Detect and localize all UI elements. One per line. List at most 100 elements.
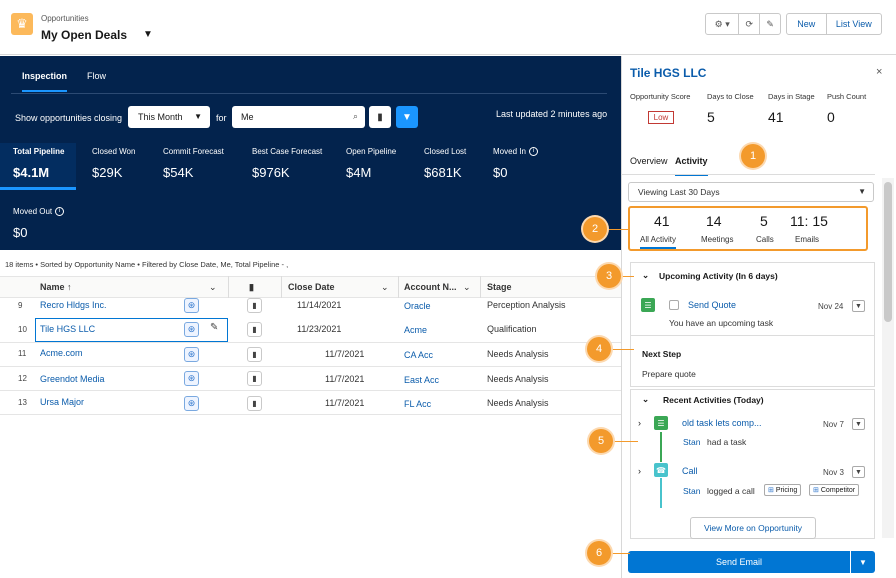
chevron-down-icon[interactable]: ▼ bbox=[852, 466, 865, 478]
topic-tag[interactable]: ⊞ Competitor bbox=[809, 484, 860, 496]
opportunity-insight-icon[interactable]: ⊛ bbox=[184, 322, 199, 337]
chevron-down-icon[interactable]: ⌄ bbox=[642, 270, 649, 281]
tab-inspection[interactable]: Inspection bbox=[22, 71, 68, 92]
stat-emails[interactable]: Emails bbox=[795, 235, 819, 244]
activity-range-select[interactable]: Viewing Last 30 Days ▼ bbox=[628, 182, 874, 202]
owner-value: Me bbox=[241, 112, 254, 122]
kpi-moved-out[interactable]: Moved Out i $0 bbox=[13, 207, 65, 249]
opportunity-link[interactable]: Recro Hldgs Inc. bbox=[40, 300, 107, 310]
tab-overview[interactable]: Overview bbox=[630, 156, 668, 166]
opportunity-link[interactable]: Greendot Media bbox=[40, 374, 105, 384]
record-title[interactable]: Tile HGS LLC bbox=[630, 66, 706, 80]
topic-tag[interactable]: ⊞ Pricing bbox=[764, 484, 802, 496]
bookmark-icon[interactable]: ▮ bbox=[247, 371, 262, 386]
opportunity-link[interactable]: Ursa Major bbox=[40, 397, 84, 407]
chevron-down-icon[interactable]: ▼ bbox=[851, 551, 875, 573]
column-header-stage[interactable]: Stage bbox=[487, 282, 512, 292]
callout-badge: 4 bbox=[587, 337, 611, 361]
edit-pencil-icon[interactable]: ✎ bbox=[760, 14, 780, 34]
metric-label: Push Count bbox=[827, 92, 867, 101]
chevron-right-icon[interactable]: › bbox=[638, 418, 641, 428]
chevron-down-icon: ▼ bbox=[858, 187, 866, 196]
opportunity-link[interactable]: Acme.com bbox=[40, 348, 83, 358]
stat-count: 5 bbox=[760, 213, 768, 229]
opportunity-link[interactable]: Tile HGS LLC bbox=[40, 324, 95, 334]
bookmark-icon[interactable]: ▮ bbox=[247, 347, 262, 362]
chevron-down-icon[interactable]: ⌄ bbox=[642, 394, 649, 405]
kpi-label: Commit Forecast bbox=[163, 147, 224, 156]
chevron-down-icon[interactable]: ⌄ bbox=[381, 282, 389, 293]
recent-activities-header[interactable]: Recent Activities (Today) bbox=[663, 395, 764, 405]
task-checkbox[interactable] bbox=[669, 300, 679, 310]
kpi-label: Closed Won bbox=[92, 147, 136, 156]
push-count-value: 0 bbox=[827, 109, 835, 125]
kpi-value: $54K bbox=[163, 165, 194, 180]
kpi-closed-lost[interactable]: Closed Lost $681K bbox=[424, 147, 466, 189]
opportunity-insight-icon[interactable]: ⊛ bbox=[184, 298, 199, 313]
list-view-button[interactable]: List View bbox=[827, 14, 881, 34]
view-more-button[interactable]: View More on Opportunity bbox=[690, 517, 816, 539]
user-link[interactable]: Stan bbox=[683, 437, 701, 447]
callout-line bbox=[606, 229, 628, 230]
kpi-value: $0 bbox=[13, 225, 28, 241]
kpi-commit-forecast[interactable]: Commit Forecast $54K bbox=[163, 147, 224, 189]
account-link[interactable]: FL Acc bbox=[404, 399, 431, 409]
list-view-name[interactable]: My Open Deals bbox=[41, 28, 127, 42]
account-link[interactable]: East Acc bbox=[404, 375, 439, 385]
stage-cell: Perception Analysis bbox=[487, 300, 566, 310]
opportunity-insight-icon[interactable]: ⊛ bbox=[184, 396, 199, 411]
upcoming-activity-header[interactable]: Upcoming Activity (In 6 days) bbox=[659, 271, 778, 281]
activity-link[interactable]: old task lets comp... bbox=[682, 418, 762, 428]
kpi-label-wrap: Moved Out i bbox=[13, 207, 65, 217]
column-header-account[interactable]: Account N... bbox=[404, 282, 457, 292]
tab-flow[interactable]: Flow bbox=[87, 71, 106, 81]
opportunity-insight-icon[interactable]: ⊛ bbox=[184, 347, 199, 362]
column-header-name[interactable]: Name ↑ bbox=[40, 282, 72, 292]
kpi-best-case-forecast[interactable]: Best Case Forecast $976K bbox=[252, 147, 322, 189]
list-view-picker-chevron-icon[interactable]: ▼ bbox=[143, 29, 153, 40]
chevron-down-icon[interactable]: ⌄ bbox=[463, 282, 471, 293]
kpi-closed-won[interactable]: Closed Won $29K bbox=[92, 147, 135, 189]
account-link[interactable]: CA Acc bbox=[404, 350, 433, 360]
scrollbar-thumb[interactable] bbox=[884, 182, 892, 322]
send-email-button[interactable]: Send Email bbox=[628, 551, 850, 573]
column-divider bbox=[480, 276, 481, 298]
chevron-right-icon[interactable]: › bbox=[638, 466, 641, 476]
kpi-value: $29K bbox=[92, 165, 123, 180]
task-link[interactable]: Send Quote bbox=[688, 300, 736, 310]
refresh-icon[interactable]: ⟳ bbox=[739, 14, 761, 34]
stat-meetings[interactable]: Meetings bbox=[701, 235, 733, 244]
stat-calls[interactable]: Calls bbox=[756, 235, 774, 244]
edit-pencil-icon[interactable]: ✎ bbox=[210, 322, 218, 333]
user-link[interactable]: Stan bbox=[683, 486, 701, 496]
callout-badge: 6 bbox=[587, 541, 611, 565]
owner-search-input[interactable]: Me ⌕ bbox=[232, 106, 365, 128]
kpi-open-pipeline[interactable]: Open Pipeline $4M bbox=[346, 147, 396, 189]
activity-link[interactable]: Call bbox=[682, 466, 698, 476]
tab-activity[interactable]: Activity bbox=[675, 156, 708, 176]
stat-all-activity[interactable]: All Activity bbox=[640, 235, 677, 249]
kpi-total-pipeline[interactable]: Total Pipeline $4.1M bbox=[13, 147, 64, 189]
chevron-down-icon[interactable]: ▼ bbox=[852, 300, 865, 312]
column-header-close-date[interactable]: Close Date bbox=[288, 282, 335, 292]
activity-date: Nov 3 bbox=[823, 468, 844, 477]
gear-icon[interactable]: ⚙ ▾ bbox=[706, 14, 740, 34]
kpi-value: $976K bbox=[252, 165, 290, 180]
filter-label: Show opportunities closing bbox=[15, 113, 123, 123]
account-link[interactable]: Oracle bbox=[404, 301, 431, 311]
kpi-moved-in[interactable]: Moved In i $0 bbox=[493, 147, 538, 189]
bookmark-icon[interactable]: ▮ bbox=[247, 298, 262, 313]
chevron-down-icon[interactable]: ⌄ bbox=[209, 282, 217, 293]
bookmark-icon[interactable]: ▮ bbox=[247, 396, 262, 411]
account-link[interactable]: Acme bbox=[404, 325, 427, 335]
filter-button[interactable]: ▼ bbox=[396, 106, 418, 128]
close-icon[interactable]: × bbox=[876, 66, 882, 78]
opportunity-insight-icon[interactable]: ⊛ bbox=[184, 371, 199, 386]
new-button[interactable]: New bbox=[787, 14, 827, 34]
bookmark-icon[interactable]: ▮ bbox=[247, 322, 262, 337]
bookmark-filter-button[interactable]: ▮ bbox=[369, 106, 391, 128]
search-icon: ⌕ bbox=[352, 111, 358, 121]
stage-cell: Needs Analysis bbox=[487, 398, 549, 408]
period-select[interactable]: This Month ▼ bbox=[128, 106, 210, 128]
chevron-down-icon[interactable]: ▼ bbox=[852, 418, 865, 430]
